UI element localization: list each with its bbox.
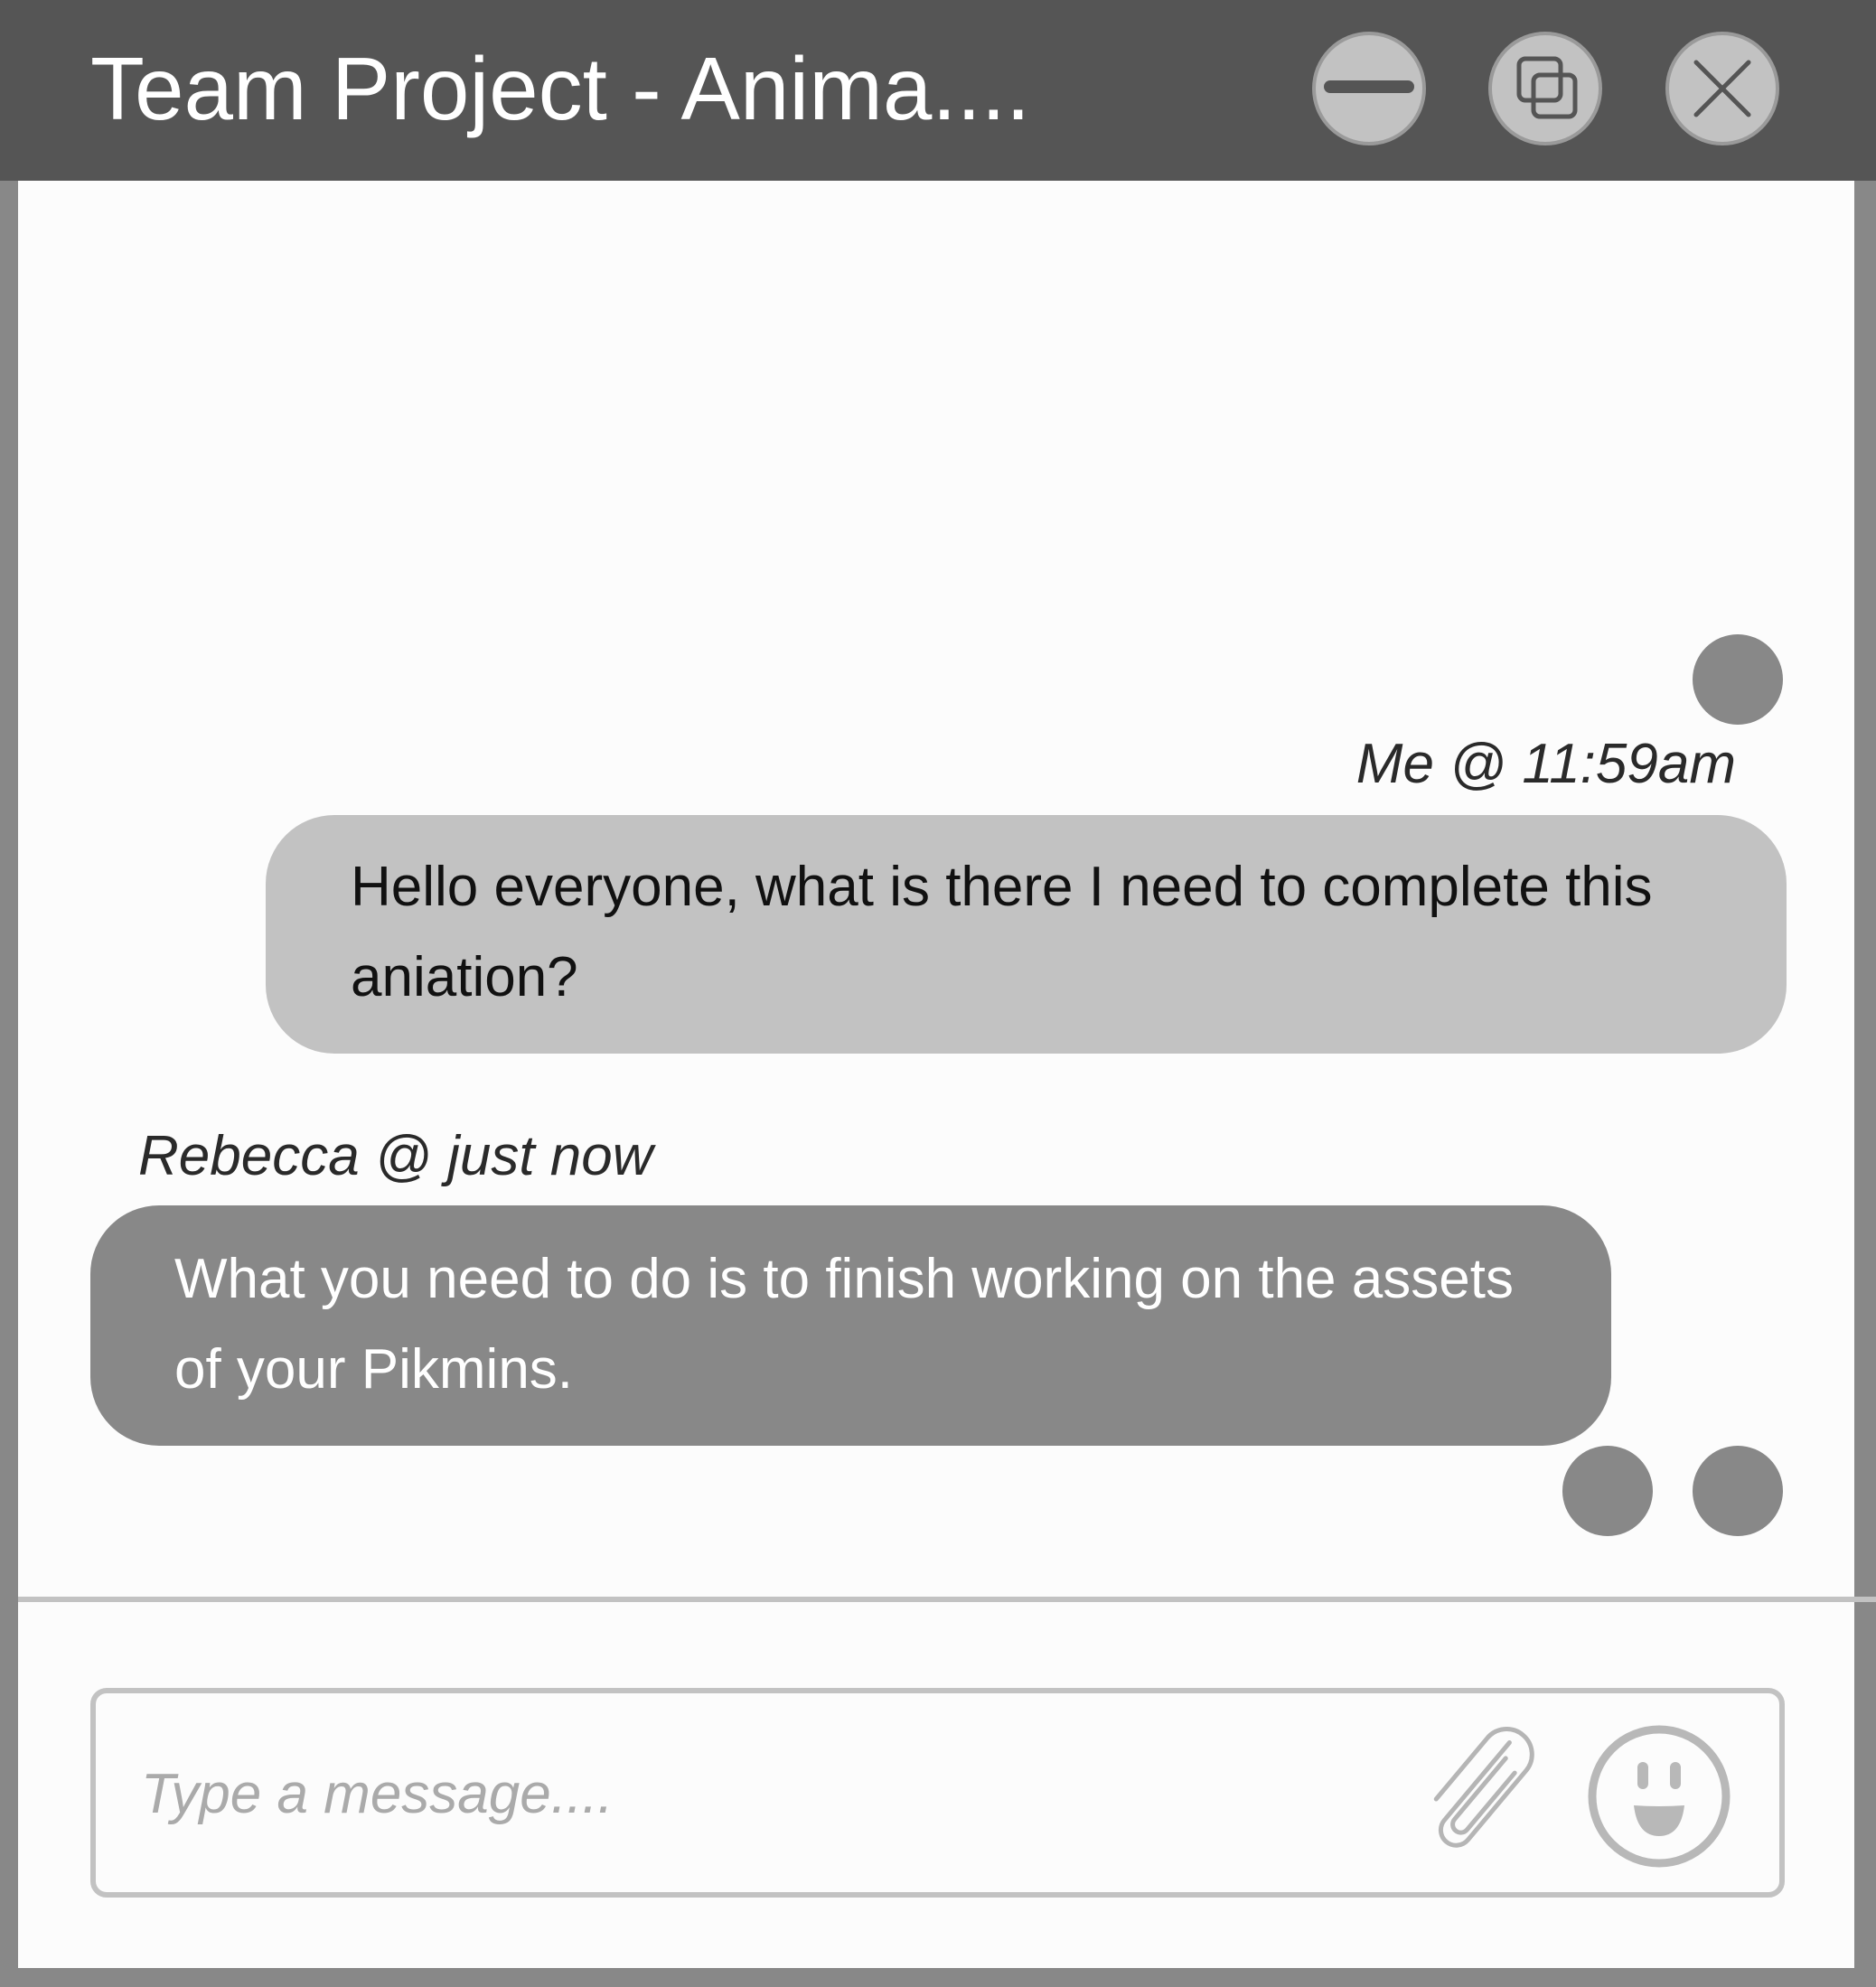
message-meta-rebecca: Rebecca @ just now (138, 1125, 653, 1187)
title-bar[interactable]: Team Project - Anima.... (0, 0, 1876, 181)
close-button[interactable] (1665, 32, 1779, 145)
minimize-icon (1324, 80, 1414, 93)
chat-window: Team Project - Anima.... Me @ 11:59am He… (0, 0, 1876, 1987)
restore-button[interactable] (1488, 32, 1602, 145)
paperclip-icon[interactable] (1415, 1722, 1551, 1874)
window-title: Team Project - Anima.... (90, 39, 1031, 138)
emoji-icon[interactable] (1587, 1724, 1731, 1869)
composer-divider (18, 1597, 1876, 1602)
avatar-participant[interactable] (1562, 1446, 1653, 1536)
close-icon (1693, 60, 1751, 117)
avatar-me[interactable] (1693, 634, 1783, 725)
message-composer[interactable] (90, 1688, 1785, 1898)
minimize-button[interactable] (1312, 32, 1426, 145)
message-input[interactable] (139, 1748, 1408, 1840)
message-meta-me: Me @ 11:59am (1355, 733, 1736, 795)
restore-icon (1516, 56, 1578, 119)
avatar-participant[interactable] (1693, 1446, 1783, 1536)
message-bubble-rebecca[interactable]: What you need to do is to finish working… (90, 1205, 1611, 1446)
message-bubble-me[interactable]: Hello everyone, what is there I need to … (266, 815, 1787, 1054)
